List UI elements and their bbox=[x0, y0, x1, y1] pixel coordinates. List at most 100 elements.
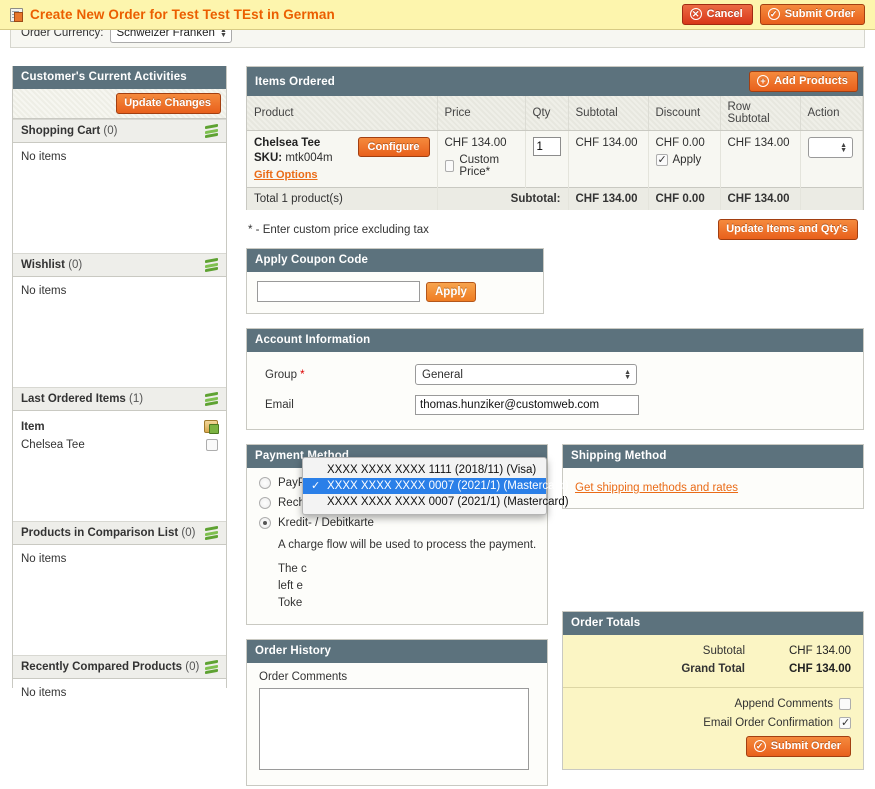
refresh-icon[interactable] bbox=[205, 525, 218, 541]
radio-icon-selected[interactable] bbox=[259, 517, 271, 529]
col-price: Price bbox=[437, 96, 526, 131]
col-row-subtotal: Row Subtotal bbox=[720, 96, 801, 131]
account-information-panel: Account Information Group * General ▲ ▼ E… bbox=[246, 328, 864, 430]
radio-icon[interactable] bbox=[259, 477, 271, 489]
update-items-and-qtys-button[interactable]: Update Items and Qty's bbox=[718, 219, 858, 240]
coupon-apply-button[interactable]: Apply bbox=[426, 281, 476, 302]
totals-grand-total-value: CHF 134.00 bbox=[788, 663, 851, 675]
cell-price: CHF 134.00 Custom Price* bbox=[437, 130, 526, 188]
recently-compared-body: No items bbox=[13, 679, 226, 789]
sidebar-section-last-ordered-items-title: Last Ordered Items (1) bbox=[21, 393, 144, 405]
submit-order-button-bottom-label: Submit Order bbox=[770, 740, 841, 752]
dropdown-option-mastercard-0007-selected[interactable]: ✓ XXXX XXXX XXXX 0007 (2021/1) (Masterca… bbox=[303, 478, 569, 494]
order-comments-label: Order Comments bbox=[259, 671, 348, 684]
header-actions: ✕ Cancel ✓ Submit Order bbox=[681, 4, 875, 25]
order-totals-actions: Append Comments Email Order Confirmation… bbox=[563, 688, 863, 769]
gift-options-link[interactable]: Gift Options bbox=[254, 169, 318, 181]
col-qty: Qty bbox=[525, 96, 569, 131]
append-comments-row: Append Comments bbox=[575, 698, 851, 710]
group-field-row: Group * General ▲ ▼ bbox=[247, 364, 863, 385]
update-items-and-qtys-label: Update Items and Qty's bbox=[726, 223, 848, 235]
email-order-confirmation-checkbox[interactable] bbox=[839, 716, 851, 729]
coupon-code-input[interactable] bbox=[257, 281, 420, 302]
custom-price-checkbox[interactable] bbox=[444, 160, 455, 172]
total-subtotal-label: Subtotal: bbox=[437, 187, 569, 210]
dropdown-option-mastercard-0007[interactable]: XXXX XXXX XXXX 0007 (2021/1) (Mastercard… bbox=[303, 494, 569, 510]
page-header-bar: Create New Order for Test Test TEst in G… bbox=[0, 0, 875, 30]
shipping-method-title: Shipping Method bbox=[563, 445, 863, 468]
order-totals-panel: Order Totals Subtotal CHF 134.00 Grand T… bbox=[562, 611, 864, 770]
shipping-method-panel: Shipping Method Get shipping methods and… bbox=[562, 444, 864, 509]
coupon-body: Apply bbox=[247, 272, 543, 313]
last-ordered-item-checkbox[interactable] bbox=[206, 439, 218, 451]
payment-detail-line-1: The c bbox=[278, 562, 307, 575]
radio-icon[interactable] bbox=[259, 497, 271, 509]
refresh-icon[interactable] bbox=[205, 257, 218, 273]
cell-row-subtotal: CHF 134.00 bbox=[720, 130, 801, 188]
add-products-button[interactable]: + Add Products bbox=[749, 71, 858, 92]
account-information-title: Account Information bbox=[247, 329, 863, 352]
payment-option-kredit-debitkarte[interactable]: Kredit- / Debitkarte bbox=[259, 517, 537, 529]
chevron-updown-icon: ▲ ▼ bbox=[840, 141, 848, 154]
discount-value: CHF 0.00 bbox=[655, 137, 705, 149]
sidebar-section-recently-compared[interactable]: Recently Compared Products (0) bbox=[13, 655, 226, 679]
apply-discount-checkbox[interactable] bbox=[655, 153, 668, 166]
apply-coupon-panel: Apply Coupon Code Apply bbox=[246, 248, 544, 314]
plus-icon: + bbox=[757, 75, 770, 87]
sidebar-section-shopping-cart[interactable]: Shopping Cart (0) bbox=[13, 119, 226, 143]
product-box-icon bbox=[204, 420, 219, 434]
table-row: Configure Chelsea Tee SKU: mtk004m Gift … bbox=[247, 130, 863, 188]
order-comments-textarea[interactable] bbox=[259, 688, 529, 771]
saved-card-dropdown-popup[interactable]: XXXX XXXX XXXX 1111 (2018/11) (Visa) ✓ X… bbox=[302, 457, 569, 515]
refresh-icon[interactable] bbox=[205, 123, 218, 139]
payment-detail-line-3: Toke bbox=[278, 597, 303, 610]
email-order-confirmation-label: Email Order Confirmation bbox=[703, 717, 833, 729]
sidebar-section-last-ordered-items[interactable]: Last Ordered Items (1) bbox=[13, 387, 226, 411]
customer-activities-sidebar: Customer's Current Activities Update Cha… bbox=[12, 66, 227, 789]
append-comments-checkbox[interactable] bbox=[839, 698, 851, 710]
items-ordered-panel: Items Ordered + Add Products Product Pri… bbox=[246, 66, 864, 210]
sidebar-section-wishlist[interactable]: Wishlist (0) bbox=[13, 253, 226, 277]
cell-discount: CHF 0.00 Apply bbox=[648, 130, 721, 188]
sidebar-section-comparison-list-title: Products in Comparison List (0) bbox=[21, 527, 196, 539]
cancel-button[interactable]: ✕ Cancel bbox=[681, 4, 753, 25]
submit-order-button-top[interactable]: ✓ Submit Order bbox=[759, 4, 865, 25]
last-ordered-items-body: Item Chelsea Tee bbox=[13, 411, 226, 521]
group-select[interactable]: General ▲ ▼ bbox=[415, 364, 637, 385]
row-action-select[interactable]: ▲ ▼ bbox=[807, 137, 854, 158]
table-header-row: Product Price Qty Subtotal Discount Row … bbox=[247, 96, 863, 131]
last-ordered-items-header-row: Item bbox=[21, 419, 219, 438]
totals-row: Total 1 product(s) Subtotal: CHF 134.00 … bbox=[247, 187, 863, 210]
row-subtotal-value: CHF 134.00 bbox=[575, 137, 638, 149]
dropdown-option-mastercard-0007-label: XXXX XXXX XXXX 0007 (2021/1) (Mastercard… bbox=[327, 496, 569, 508]
total-discount-value: CHF 0.00 bbox=[648, 187, 721, 210]
qty-input[interactable] bbox=[532, 137, 561, 156]
sidebar-section-comparison-list[interactable]: Products in Comparison List (0) bbox=[13, 521, 226, 545]
apply-discount-row: Apply bbox=[655, 153, 713, 166]
submit-order-button-bottom[interactable]: ✓ Submit Order bbox=[745, 736, 851, 757]
group-label: Group * bbox=[265, 368, 305, 381]
order-history-panel: Order History Order Comments bbox=[246, 639, 548, 787]
email-field[interactable] bbox=[415, 395, 639, 415]
custom-price-label: Custom Price* bbox=[459, 154, 500, 178]
product-sku-value: mtk004m bbox=[285, 152, 333, 164]
list-item[interactable]: Chelsea Tee bbox=[21, 438, 218, 456]
refresh-icon[interactable] bbox=[205, 391, 218, 407]
custom-price-row: Custom Price* bbox=[444, 154, 518, 178]
apply-discount-label: Apply bbox=[672, 154, 702, 166]
recently-compared-empty-text: No items bbox=[21, 687, 67, 699]
total-subtotal-value: CHF 134.00 bbox=[568, 187, 649, 210]
order-page-icon bbox=[10, 7, 23, 22]
update-changes-button[interactable]: Update Changes bbox=[116, 93, 221, 114]
total-action-cell bbox=[800, 187, 863, 210]
order-totals-values: Subtotal CHF 134.00 Grand Total CHF 134.… bbox=[563, 635, 863, 688]
shipping-method-body: Get shipping methods and rates bbox=[563, 468, 863, 508]
chevron-updown-icon: ▲ ▼ bbox=[624, 368, 631, 381]
totals-subtotal-value: CHF 134.00 bbox=[788, 645, 851, 657]
cell-action: ▲ ▼ bbox=[800, 130, 863, 188]
refresh-icon[interactable] bbox=[205, 659, 218, 675]
check-icon: ✓ bbox=[767, 8, 780, 20]
get-shipping-methods-link[interactable]: Get shipping methods and rates bbox=[575, 482, 738, 494]
dropdown-option-visa-1111[interactable]: XXXX XXXX XXXX 1111 (2018/11) (Visa) bbox=[303, 462, 546, 478]
configure-button[interactable]: Configure bbox=[357, 137, 430, 157]
